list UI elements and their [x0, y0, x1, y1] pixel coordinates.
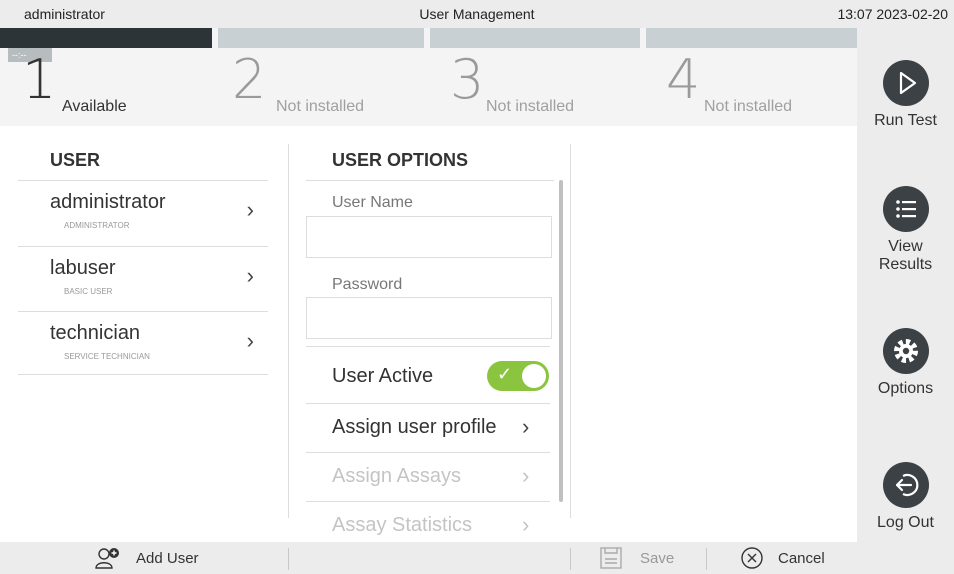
gear-icon: [882, 328, 929, 374]
user-active-label: User Active: [332, 365, 434, 387]
assign-user-profile-label: Assign user profile: [332, 416, 497, 438]
user-name-input[interactable]: [306, 216, 552, 258]
toggle-knob: [522, 364, 546, 388]
slot-status: Available: [62, 98, 127, 115]
user-name: administrator: [50, 191, 166, 213]
user-item-administrator[interactable]: administrator ADMINISTRATOR ›: [18, 180, 268, 243]
slot-progress-bar: [0, 28, 212, 48]
slot-number: 4: [666, 48, 701, 111]
user-options-header: USER OPTIONS: [332, 150, 469, 170]
password-label: Password: [332, 276, 403, 293]
divider: [570, 548, 571, 570]
slot-status: Not installed: [276, 98, 365, 115]
add-user-icon: [94, 546, 120, 574]
slot-number: 1: [22, 48, 57, 111]
assign-user-profile-item[interactable]: Assign user profile ›: [306, 403, 550, 452]
chevron-right-icon: ›: [246, 328, 254, 353]
options-button[interactable]: Options: [857, 328, 954, 398]
slot-2[interactable]: 2 Not installed: [218, 28, 424, 126]
user-role: ADMINISTRATOR: [64, 221, 130, 230]
slot-number: 3: [450, 48, 485, 111]
chevron-right-icon: ›: [522, 463, 530, 488]
slot-status: Not installed: [486, 98, 575, 115]
slot-4[interactable]: 4 Not installed: [646, 28, 857, 126]
user-name: technician: [50, 322, 141, 344]
module-slots: --:-- 1 Available 2 Not installed 3 Not …: [0, 28, 857, 126]
view-results-label: View Results: [878, 238, 933, 273]
slot-number: 2: [232, 48, 267, 111]
bottom-toolbar: Add User Save Cancel: [0, 542, 857, 574]
scrollbar[interactable]: [559, 180, 563, 502]
user-name: labuser: [50, 257, 116, 279]
user-item-technician[interactable]: technician SERVICE TECHNICIAN ›: [18, 311, 268, 375]
add-user-label: Add User: [136, 550, 199, 567]
slot-1[interactable]: --:-- 1 Available: [0, 28, 212, 126]
logout-icon: [882, 462, 929, 508]
log-out-label: Log Out: [877, 514, 934, 531]
play-icon: [882, 60, 929, 106]
divider: [706, 548, 707, 570]
user-item-labuser[interactable]: labuser BASIC USER ›: [18, 246, 268, 309]
slot-progress-bar: [430, 28, 640, 48]
user-header: USER: [50, 150, 101, 170]
user-active-row: User Active ✓: [306, 346, 550, 403]
right-sidebar: Run Test View Results Options Log Out: [857, 28, 954, 574]
assay-statistics-label: Assay Statistics: [332, 514, 473, 536]
assay-statistics-item[interactable]: Assay Statistics ›: [306, 501, 550, 543]
chevron-right-icon: ›: [246, 197, 254, 222]
chevron-right-icon: ›: [246, 263, 254, 288]
run-test-label: Run Test: [874, 112, 937, 129]
user-role: SERVICE TECHNICIAN: [64, 352, 150, 361]
slot-status: Not installed: [704, 98, 793, 115]
divider: [288, 144, 289, 518]
status-bar: administrator User Management 13:07 2023…: [0, 0, 954, 28]
password-input[interactable]: [306, 297, 552, 339]
user-role: BASIC USER: [64, 287, 113, 296]
user-active-toggle[interactable]: ✓: [487, 361, 549, 391]
main-panel: USER administrator ADMINISTRATOR › labus…: [0, 126, 857, 542]
check-icon: ✓: [497, 364, 513, 384]
slot-progress-bar: [218, 28, 424, 48]
log-out-button[interactable]: Log Out: [857, 462, 954, 532]
slot-3[interactable]: 3 Not installed: [430, 28, 640, 126]
divider: [288, 548, 289, 570]
slot-progress-bar: [646, 28, 857, 48]
chevron-right-icon: ›: [522, 414, 530, 439]
cancel-icon: [740, 546, 764, 574]
list-icon: [882, 186, 929, 232]
divider: [570, 144, 571, 518]
view-results-button[interactable]: View Results: [857, 186, 954, 274]
divider: [306, 180, 554, 181]
assign-assays-label: Assign Assays: [332, 465, 461, 487]
save-label: Save: [640, 550, 675, 567]
page-title: User Management: [419, 6, 535, 22]
cancel-label: Cancel: [778, 550, 825, 567]
save-icon: [600, 546, 622, 574]
clock: 13:07 2023-02-20: [837, 6, 948, 22]
assign-assays-item[interactable]: Assign Assays ›: [306, 452, 550, 501]
chevron-right-icon: ›: [522, 512, 530, 537]
user-name-label: User Name: [332, 194, 413, 211]
options-label: Options: [877, 380, 934, 397]
run-test-button[interactable]: Run Test: [857, 60, 954, 130]
